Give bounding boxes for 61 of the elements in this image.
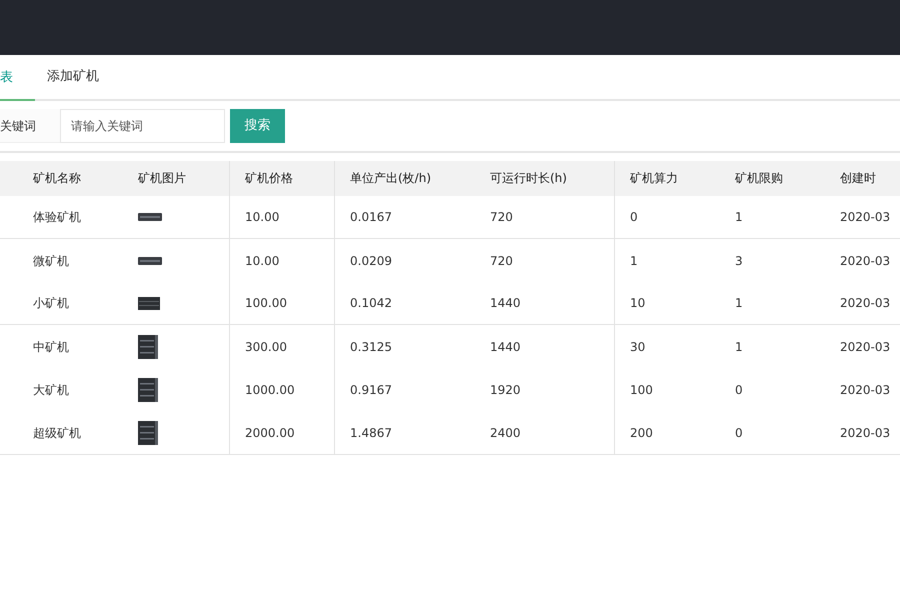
table-cell-text: 微矿机 — [33, 252, 69, 270]
table-cell-text: 2020-03 — [840, 338, 890, 356]
server-drawing — [138, 378, 158, 402]
column-header: 矿机价格 — [230, 161, 335, 196]
search-label: 关键词 — [0, 109, 60, 143]
server-drawing — [138, 296, 160, 310]
column-header: 矿机算力 — [629, 170, 679, 187]
table-cell-text: 1440 — [490, 338, 521, 356]
table-cell-text: 1000.00 — [245, 382, 295, 398]
table-cell-text: 大矿机 — [33, 382, 69, 398]
table-cell-text: 0.0167 — [350, 209, 392, 226]
table-cell-text: 30 — [630, 338, 646, 356]
table-cell-text: 0 — [735, 382, 743, 398]
table-cell-text: 1920 — [490, 382, 521, 398]
table-cell-text: 300.00 — [245, 338, 287, 356]
table-cell-text: 0 — [735, 424, 743, 442]
table-cell-text: 1.4867 — [350, 424, 392, 442]
table-cell-text: 10 — [630, 295, 646, 312]
table-cell-text: 10.00 — [245, 209, 280, 226]
table-cell-text: 1 — [735, 209, 743, 226]
table-cell-text: 中矿机 — [33, 338, 69, 356]
server-drawing — [138, 334, 158, 358]
table-cell-text: 2020-03 — [840, 295, 890, 312]
table-cell-text: 0.3125 — [350, 338, 392, 356]
column-header: 单位产出(枚/h) — [349, 170, 432, 187]
column-header: 矿机名称 — [32, 170, 82, 187]
table-cell-text: 720 — [490, 209, 513, 226]
table-cell-text: 3 — [735, 252, 743, 270]
table-cell-text: 2020-03 — [840, 209, 890, 226]
server-drawing — [138, 256, 162, 264]
table-cell-text: 小矿机 — [33, 295, 69, 312]
table-cell-text: 10.00 — [245, 252, 280, 270]
column-header: 创建时 — [839, 170, 877, 187]
table-cell-text: 100 — [630, 382, 653, 398]
table-cell-text: 2020-03 — [840, 252, 890, 270]
table-cell-text: 100.00 — [245, 295, 287, 312]
table-cell-text: 2020-03 — [840, 424, 890, 442]
table-cell-text: 0.9167 — [350, 382, 392, 398]
table-cell-text: 2000.00 — [245, 424, 295, 442]
table-cell-text: 2400 — [490, 424, 521, 442]
table-cell-text: 200 — [630, 424, 653, 442]
server-drawing — [138, 420, 158, 444]
table-cell-text: 1 — [735, 338, 743, 356]
table-cell-text: 2020-03 — [840, 382, 890, 398]
search-button[interactable]: 搜索 — [230, 109, 285, 143]
table-cell-text: 1440 — [490, 295, 521, 312]
table-cell-text: 1 — [630, 252, 638, 270]
table-cell-text: 超级矿机 — [33, 424, 81, 442]
column-header: 矿机限购 — [734, 170, 784, 187]
server-drawing — [138, 213, 162, 221]
table-cell-text: 体验矿机 — [33, 209, 81, 226]
table-cell-text: 0.1042 — [350, 295, 392, 312]
tab[interactable]: 表 — [0, 57, 35, 101]
search-field[interactable]: 请输入关键词 — [60, 109, 225, 143]
column-header: 可运行时长(h) — [475, 161, 615, 196]
table-cell-text: 0.0209 — [350, 252, 392, 270]
table-cell-text: 1 — [735, 295, 743, 312]
table-cell-text: 720 — [490, 252, 513, 270]
column-header: 矿机图片 — [123, 161, 230, 196]
table-cell-text: 0 — [630, 209, 638, 226]
tab[interactable]: 添加矿机 — [35, 55, 111, 99]
